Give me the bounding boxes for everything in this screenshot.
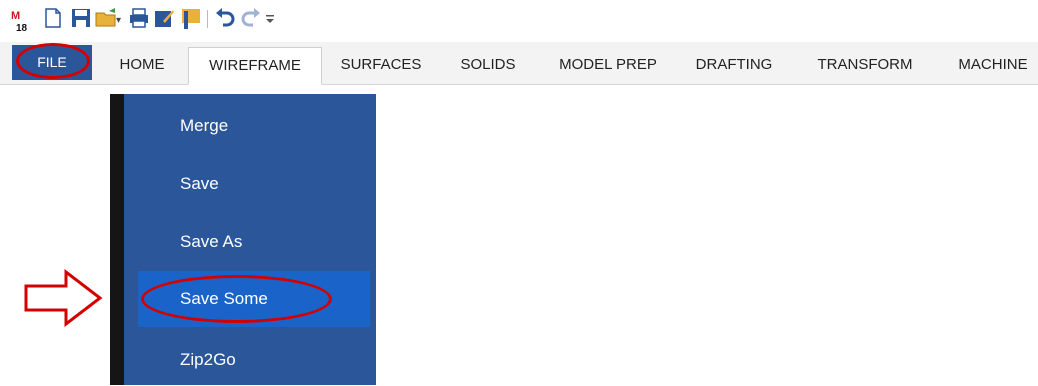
new-file-icon[interactable] [42,7,64,29]
backstage-dark-edge [110,94,124,385]
quick-access-toolbar: M 18 ▾ [0,0,1038,38]
tab-surfaces[interactable]: SURFACES [334,47,428,83]
tab-wireframe[interactable]: WIREFRAME [188,47,322,85]
menu-item-save[interactable]: Save [138,158,370,210]
save-icon[interactable] [70,7,92,29]
app-logo-icon[interactable]: M 18 [10,7,36,33]
svg-text:M: M [11,10,20,22]
edit-icon[interactable] [153,7,175,29]
tab-transform[interactable]: TRANSFORM [804,47,926,83]
tab-model-prep[interactable]: MODEL PREP [545,47,671,83]
tab-home[interactable]: HOME [110,47,174,83]
undo-icon[interactable] [214,7,236,29]
svg-text:▾: ▾ [116,15,121,26]
file-backstage-menu: Merge Save Save As Save Some Zip2Go [110,94,376,385]
redo-icon[interactable] [240,7,262,29]
menu-item-zip2go[interactable]: Zip2Go [138,334,370,386]
tab-drafting[interactable]: DRAFTING [684,47,784,83]
customize-dropdown-icon[interactable] [264,7,276,29]
menu-item-merge[interactable]: Merge [138,100,370,152]
menu-item-save-as[interactable]: Save As [138,216,370,268]
tab-machine[interactable]: MACHINE [948,47,1038,83]
tab-solids[interactable]: SOLIDS [448,47,528,83]
ribbon-tab-bar: FILE HOME WIREFRAME SURFACES SOLIDS MODE… [0,42,1038,85]
tab-file[interactable]: FILE [12,45,92,80]
right-arrow-annotation-icon [24,268,103,328]
svg-text:18: 18 [16,23,28,33]
bookmark-icon[interactable] [180,7,202,29]
open-icon[interactable]: ▾ [95,7,125,29]
menu-item-save-some[interactable]: Save Some [138,271,370,327]
print-icon[interactable] [128,7,150,29]
